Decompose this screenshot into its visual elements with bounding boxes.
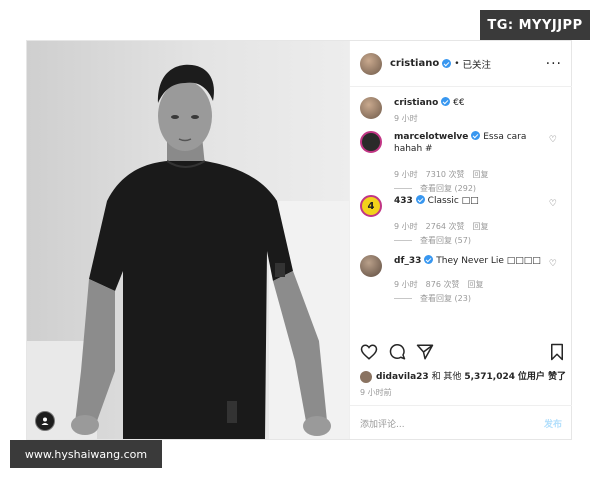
follow-status-button[interactable]: 已关注 [463,57,492,71]
comment-text: Classic □□ [427,196,479,206]
post-photo[interactable] [27,41,349,439]
comment-meta: 9 小时 876 次赞 回复 [394,279,491,290]
comment-body: 433 Classic □□ [394,195,544,207]
share-icon[interactable] [416,343,434,361]
comment-meta: 9 小时 7310 次赞 回复 [394,169,497,180]
post-sidebar: cristiano • 已关注 ··· cristiano €€ 9 小时 ma… [349,41,572,439]
site-watermark: www.hyshaiwang.com [10,440,162,468]
caption-body: cristiano €€ [394,97,544,109]
view-replies-link[interactable]: 查看回复 (57) [394,235,471,246]
verified-icon [441,97,451,106]
post-actions [360,343,565,363]
comment-likes[interactable]: 7310 次赞 [426,170,465,179]
comment-avatar[interactable] [360,255,382,277]
verified-icon [471,131,481,140]
liker-username[interactable]: didavila23 [376,372,429,382]
comment-avatar[interactable]: 4 [360,195,382,217]
comment-likes[interactable]: 2764 次赞 [426,222,465,231]
like-heart-icon[interactable] [360,343,378,361]
author-username[interactable]: cristiano [390,58,439,69]
caption-time: 9 小时 [394,114,418,123]
likes-count: 5,371,024 [464,372,515,382]
tagged-user-icon[interactable] [35,411,55,431]
reply-link[interactable]: 回复 [467,280,483,289]
comment-likes[interactable]: 876 次赞 [426,280,460,289]
comment-time: 9 小时 [394,170,418,179]
view-replies-link[interactable]: 查看回复 (23) [394,293,471,304]
caption-text: €€ [453,98,465,108]
verified-icon [424,255,434,264]
add-comment-input[interactable]: 添加评论... [360,417,405,430]
tg-watermark: TG: MYYJJPP [480,10,590,40]
comment-body: marcelotwelve Essa cara hahah # [394,131,544,155]
post-comment-button[interactable]: 发布 [544,417,562,430]
more-options-icon[interactable]: ··· [546,57,562,71]
post-time: 9 小时前 [360,388,392,397]
comment-meta: 9 小时 2764 次赞 回复 [394,221,497,232]
comment-avatar[interactable] [360,131,382,153]
reply-link[interactable]: 回复 [473,170,489,179]
comment-time: 9 小时 [394,222,418,231]
author-avatar[interactable] [360,52,382,75]
comment-text: They Never Lie □□□□ [436,256,541,266]
view-replies-link[interactable]: 查看回复 (292) [394,183,476,194]
like-heart-icon[interactable]: ♡ [549,259,557,269]
caption-avatar[interactable] [360,97,382,119]
reply-link[interactable]: 回复 [473,222,489,231]
add-comment-bar: 添加评论... 发布 [350,405,572,439]
comment-body: df_33 They Never Lie □□□□ [394,255,544,267]
post-header: cristiano • 已关注 ··· [350,41,572,87]
comment-username[interactable]: df_33 [394,256,421,266]
liker-avatar [360,370,372,383]
likes-summary[interactable]: didavila23 和 其他 5,371,024 位用户 赞了 [360,369,566,383]
person-illustration [71,64,331,439]
comment-time: 9 小时 [394,280,418,289]
caption-username[interactable]: cristiano [394,98,438,108]
comment-username[interactable]: 433 [394,196,413,206]
like-heart-icon[interactable]: ♡ [549,135,557,145]
comment-username[interactable]: marcelotwelve [394,132,468,142]
verified-icon [442,59,452,68]
header-separator: • [454,58,460,69]
verified-icon [415,195,425,204]
like-heart-icon[interactable]: ♡ [549,199,557,209]
bookmark-icon[interactable] [549,343,565,361]
comment-bubble-icon[interactable] [388,343,406,361]
instagram-post: cristiano • 已关注 ··· cristiano €€ 9 小时 ma… [26,40,572,440]
